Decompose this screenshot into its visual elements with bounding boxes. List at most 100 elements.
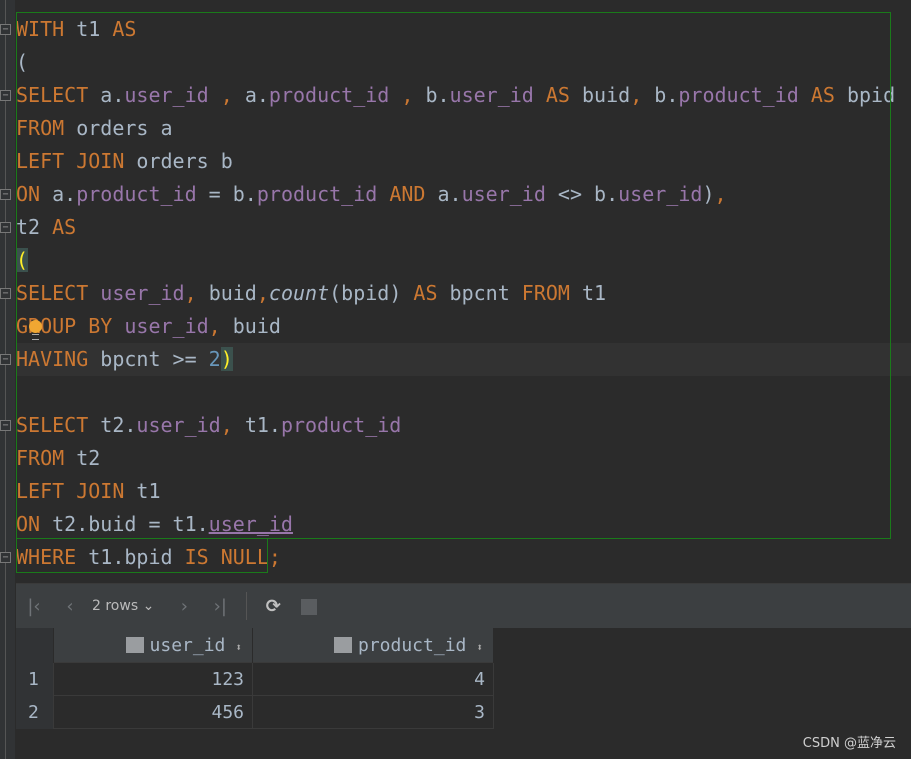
code-token: b. <box>654 83 679 107</box>
code-token: user_id <box>124 314 209 338</box>
column-header-product-id[interactable]: product_id ⬍ <box>252 628 494 663</box>
code-token: t2.buid = t1. <box>52 512 209 536</box>
code-token: bpcnt <box>449 281 522 305</box>
code-line[interactable]: FROM t2 <box>16 442 911 475</box>
code-token: , <box>220 413 245 437</box>
code-token: , <box>208 314 233 338</box>
row-number: 2 <box>16 695 54 729</box>
fold-icon[interactable]: − <box>0 552 11 563</box>
next-page-icon[interactable]: › <box>166 596 202 617</box>
code-token: , <box>714 182 727 206</box>
code-line[interactable]: ( <box>16 244 911 277</box>
results-toolbar: |‹ ‹ 2 rows ⌄ › ›| ⟳ <box>16 584 911 628</box>
table-row[interactable]: 2 456 3 <box>16 695 494 729</box>
stop-icon[interactable] <box>291 596 327 617</box>
row-number: 1 <box>16 662 54 696</box>
code-token: product_id <box>280 413 402 437</box>
code-line[interactable]: WHERE t1.bpid IS NULL; <box>16 541 911 574</box>
code-line[interactable]: SELECT user_id, buid,count(bpid) AS bpcn… <box>16 277 911 310</box>
cell-product-id[interactable]: 3 <box>252 695 494 729</box>
code-token: buid <box>208 281 257 305</box>
code-token: , <box>389 83 426 107</box>
code-token: buid <box>582 83 631 107</box>
code-token: = b. <box>196 182 257 206</box>
code-token: user_id <box>136 413 221 437</box>
code-token: t1 <box>76 17 113 41</box>
code-token: AND <box>377 182 438 206</box>
results-panel: |‹ ‹ 2 rows ⌄ › ›| ⟳ user_id ⬍ product_id… <box>16 583 911 759</box>
code-token: WHERE <box>16 545 89 569</box>
code-line[interactable]: ON a.product_id = b.product_id AND a.use… <box>16 178 911 211</box>
cell-product-id[interactable]: 4 <box>252 662 494 696</box>
code-token: t1 <box>582 281 607 305</box>
code-line[interactable]: WITH t1 AS <box>16 13 911 46</box>
previous-page-icon[interactable]: ‹ <box>52 596 88 617</box>
code-token: orders a <box>76 116 173 140</box>
last-page-icon[interactable]: ›| <box>202 596 238 617</box>
code-line[interactable]: LEFT JOIN orders b <box>16 145 911 178</box>
table-row[interactable]: 1 123 4 <box>16 662 494 696</box>
sql-editor[interactable]: WITH t1 AS(SELECT a.user_id , a.product_… <box>16 13 911 574</box>
lightbulb-icon[interactable] <box>29 320 42 340</box>
code-token: t2. <box>100 413 137 437</box>
code-token: orders b <box>136 149 233 173</box>
column-header-user-id[interactable]: user_id ⬍ <box>53 628 253 663</box>
code-line[interactable]: SELECT t2.user_id, t1.product_id <box>16 409 911 442</box>
code-token: <> b. <box>545 182 619 206</box>
code-token: SELECT <box>16 83 101 107</box>
fold-icon[interactable]: − <box>0 420 11 431</box>
code-token: ( <box>16 248 29 272</box>
column-label: product_id <box>358 634 467 656</box>
fold-icon[interactable]: − <box>0 24 11 35</box>
code-token: a. <box>244 83 269 107</box>
code-token: product_id <box>256 182 378 206</box>
code-line[interactable] <box>16 376 911 409</box>
code-token: AS <box>798 83 847 107</box>
rows-count-label: 2 rows <box>92 598 139 614</box>
code-line[interactable]: GROUP BY user_id, buid <box>16 310 911 343</box>
code-token: user_id <box>461 182 546 206</box>
code-token: user_id <box>124 83 209 107</box>
column-label: user_id <box>149 634 226 656</box>
code-line[interactable]: t2 AS <box>16 211 911 244</box>
fold-icon[interactable]: − <box>0 90 11 101</box>
code-token: HAVING <box>16 347 101 371</box>
fold-icon[interactable]: − <box>0 288 11 299</box>
code-token: IS NULL <box>184 545 269 569</box>
code-token: WITH <box>16 17 77 41</box>
column-icon <box>125 636 144 653</box>
results-table: user_id ⬍ product_id ⬍ 1 123 4 2 456 3 <box>16 628 494 729</box>
code-line[interactable]: LEFT JOIN t1 <box>16 475 911 508</box>
code-token: user_id <box>100 281 185 305</box>
code-line[interactable]: FROM orders a <box>16 112 911 145</box>
code-line[interactable]: SELECT a.user_id , a.product_id , b.user… <box>16 79 911 112</box>
refresh-icon[interactable]: ⟳ <box>255 596 291 617</box>
code-token: , <box>208 83 245 107</box>
fold-icon[interactable]: − <box>0 189 11 200</box>
code-token: FROM <box>16 116 77 140</box>
fold-icon[interactable]: − <box>0 354 11 365</box>
watermark: CSDN @蓝净云 <box>802 736 896 751</box>
sort-icon[interactable]: ⬍ <box>476 641 483 654</box>
code-token: LEFT JOIN <box>16 479 137 503</box>
code-token: AS <box>413 281 450 305</box>
code-token: t2 <box>76 446 101 470</box>
fold-icon[interactable]: − <box>0 222 11 233</box>
first-page-icon[interactable]: |‹ <box>16 596 52 617</box>
code-token: (bpid) <box>329 281 414 305</box>
code-line[interactable]: ON t2.buid = t1.user_id <box>16 508 911 541</box>
toolbar-divider <box>246 592 248 620</box>
code-token: , <box>630 83 655 107</box>
code-token: ON <box>16 182 53 206</box>
code-token: a. <box>437 182 462 206</box>
sort-icon[interactable]: ⬍ <box>235 641 242 654</box>
cell-user-id[interactable]: 123 <box>53 662 253 696</box>
column-icon <box>334 636 352 653</box>
rows-count-dropdown[interactable]: 2 rows ⌄ <box>92 598 154 614</box>
code-token: bpcnt >= <box>100 347 209 371</box>
code-token: SELECT <box>16 281 101 305</box>
code-line[interactable]: ( <box>16 46 911 79</box>
code-line[interactable]: HAVING bpcnt >= 2) <box>16 343 911 376</box>
cell-user-id[interactable]: 456 <box>53 695 253 729</box>
code-token: a. <box>52 182 77 206</box>
